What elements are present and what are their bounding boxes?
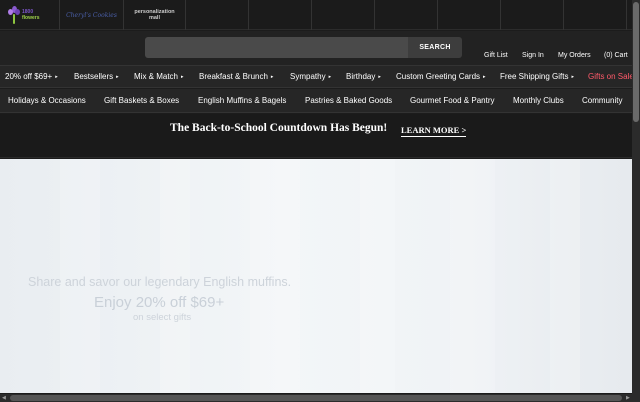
nav-item-label: Breakfast & Brunch xyxy=(199,72,268,81)
logo-1800flowers[interactable]: 1800 flowers xyxy=(0,0,60,30)
site-header: SEARCH Gift List Sign In My Orders (0) C… xyxy=(0,31,632,65)
nav-item-pastries[interactable]: Pastries & Baked Goods xyxy=(305,96,392,105)
gift-list-link[interactable]: Gift List xyxy=(484,52,508,59)
nav-item-label: Birthday xyxy=(346,72,376,81)
nav-item-mix-match[interactable]: Mix & Match ▸ xyxy=(134,72,184,81)
logo-cheryls[interactable]: Cheryl's Cookies xyxy=(60,0,124,30)
brand-slot[interactable] xyxy=(375,0,438,30)
caret-right-icon: ▸ xyxy=(328,74,332,80)
scroll-left-icon[interactable]: ◀ xyxy=(2,394,6,402)
brand-strip: 1800 flowers Cheryl's Cookies personaliz… xyxy=(0,0,632,30)
nav-item-label: Free Shipping Gifts xyxy=(500,72,569,81)
nav-item-custom-greeting-cards[interactable]: Custom Greeting Cards ▸ xyxy=(396,72,486,81)
promo-headline: The Back-to-School Countdown Has Begun! xyxy=(170,122,388,134)
nav-item-label: Gifts on Sale xyxy=(588,72,632,81)
brand-slot[interactable] xyxy=(501,0,564,30)
my-orders-link[interactable]: My Orders xyxy=(558,52,591,59)
vertical-scroll-thumb[interactable] xyxy=(633,2,639,122)
horizontal-scrollbar[interactable]: ◀ ▶ xyxy=(0,394,640,402)
primary-nav: 20% off $69+ ▸ Bestsellers ▸ Mix & Match ▸ … xyxy=(0,65,632,88)
logo-personalization-mall[interactable]: personalization mall xyxy=(124,0,186,30)
search-button[interactable]: SEARCH xyxy=(408,37,462,58)
nav-item-english-muffins[interactable]: English Muffins & Bagels xyxy=(198,96,286,105)
nav-item-community[interactable]: Community xyxy=(582,96,622,105)
hero-stripe xyxy=(450,159,495,393)
caret-right-icon: ▸ xyxy=(483,74,486,80)
nav-item-gourmet-food[interactable]: Gourmet Food & Pantry xyxy=(410,96,494,105)
hero-banner[interactable]: Share and savor our legendary English mu… xyxy=(0,159,632,393)
logo-pmall-line2: mall xyxy=(148,15,160,21)
sign-in-link[interactable]: Sign In xyxy=(522,52,544,59)
cart-link[interactable]: (0) Cart xyxy=(604,52,628,59)
logo-cheryls-text: Cheryl's Cookies xyxy=(66,11,117,19)
hero-offer-note: on select gifts xyxy=(133,312,192,323)
promo-banner: The Back-to-School Countdown Has Begun! … xyxy=(0,114,632,158)
nav-item-birthday[interactable]: Birthday ▸ xyxy=(346,72,381,81)
nav-item-free-shipping[interactable]: Free Shipping Gifts ▸ xyxy=(500,72,574,81)
flower-icon xyxy=(8,6,20,24)
nav-item-gifts-on-sale[interactable]: Gifts on Sale xyxy=(588,72,632,81)
brand-slot[interactable] xyxy=(249,0,312,30)
brand-slot[interactable] xyxy=(186,0,249,30)
hero-tagline: Share and savor our legendary English mu… xyxy=(28,275,292,289)
hero-stripe xyxy=(550,159,580,393)
hero-offer: Enjoy 20% off $69+ xyxy=(94,294,225,311)
secondary-nav: Holidays & Occasions Gift Baskets & Boxe… xyxy=(0,89,632,113)
nav-item-breakfast-brunch[interactable]: Breakfast & Brunch ▸ xyxy=(199,72,273,81)
hero-stripe xyxy=(360,159,395,393)
caret-right-icon: ▸ xyxy=(571,74,574,80)
horizontal-scroll-thumb[interactable] xyxy=(10,395,622,401)
learn-more-link[interactable]: LEARN MORE > xyxy=(401,125,467,137)
nav-item-label: Bestsellers xyxy=(74,72,114,81)
nav-item-label: 20% off $69+ xyxy=(5,72,53,81)
nav-item-gift-baskets[interactable]: Gift Baskets & Boxes xyxy=(104,96,179,105)
caret-right-icon: ▸ xyxy=(116,74,119,80)
brand-slot[interactable] xyxy=(438,0,501,30)
caret-right-icon: ▸ xyxy=(181,74,184,80)
vertical-scrollbar[interactable] xyxy=(632,0,640,394)
caret-right-icon: ▸ xyxy=(55,74,58,80)
scroll-right-icon[interactable]: ▶ xyxy=(626,394,630,402)
nav-item-sympathy[interactable]: Sympathy ▸ xyxy=(290,72,331,81)
brand-slot[interactable] xyxy=(312,0,375,30)
search-input[interactable] xyxy=(145,37,409,58)
nav-item-label: Sympathy xyxy=(290,72,326,81)
caret-right-icon: ▸ xyxy=(378,74,381,80)
nav-item-holidays[interactable]: Holidays & Occasions xyxy=(8,96,86,105)
caret-right-icon: ▸ xyxy=(270,74,274,80)
logo-1800flowers-text: 1800 flowers xyxy=(22,9,40,21)
nav-item-label: Custom Greeting Cards xyxy=(396,72,481,81)
nav-item-monthly-clubs[interactable]: Monthly Clubs xyxy=(513,96,564,105)
nav-item-label: Mix & Match xyxy=(134,72,179,81)
logo-flowers-word: flowers xyxy=(22,15,40,21)
brand-slot[interactable] xyxy=(564,0,627,30)
nav-item-bestsellers[interactable]: Bestsellers ▸ xyxy=(74,72,119,81)
nav-item-20-off[interactable]: 20% off $69+ ▸ xyxy=(5,72,58,81)
